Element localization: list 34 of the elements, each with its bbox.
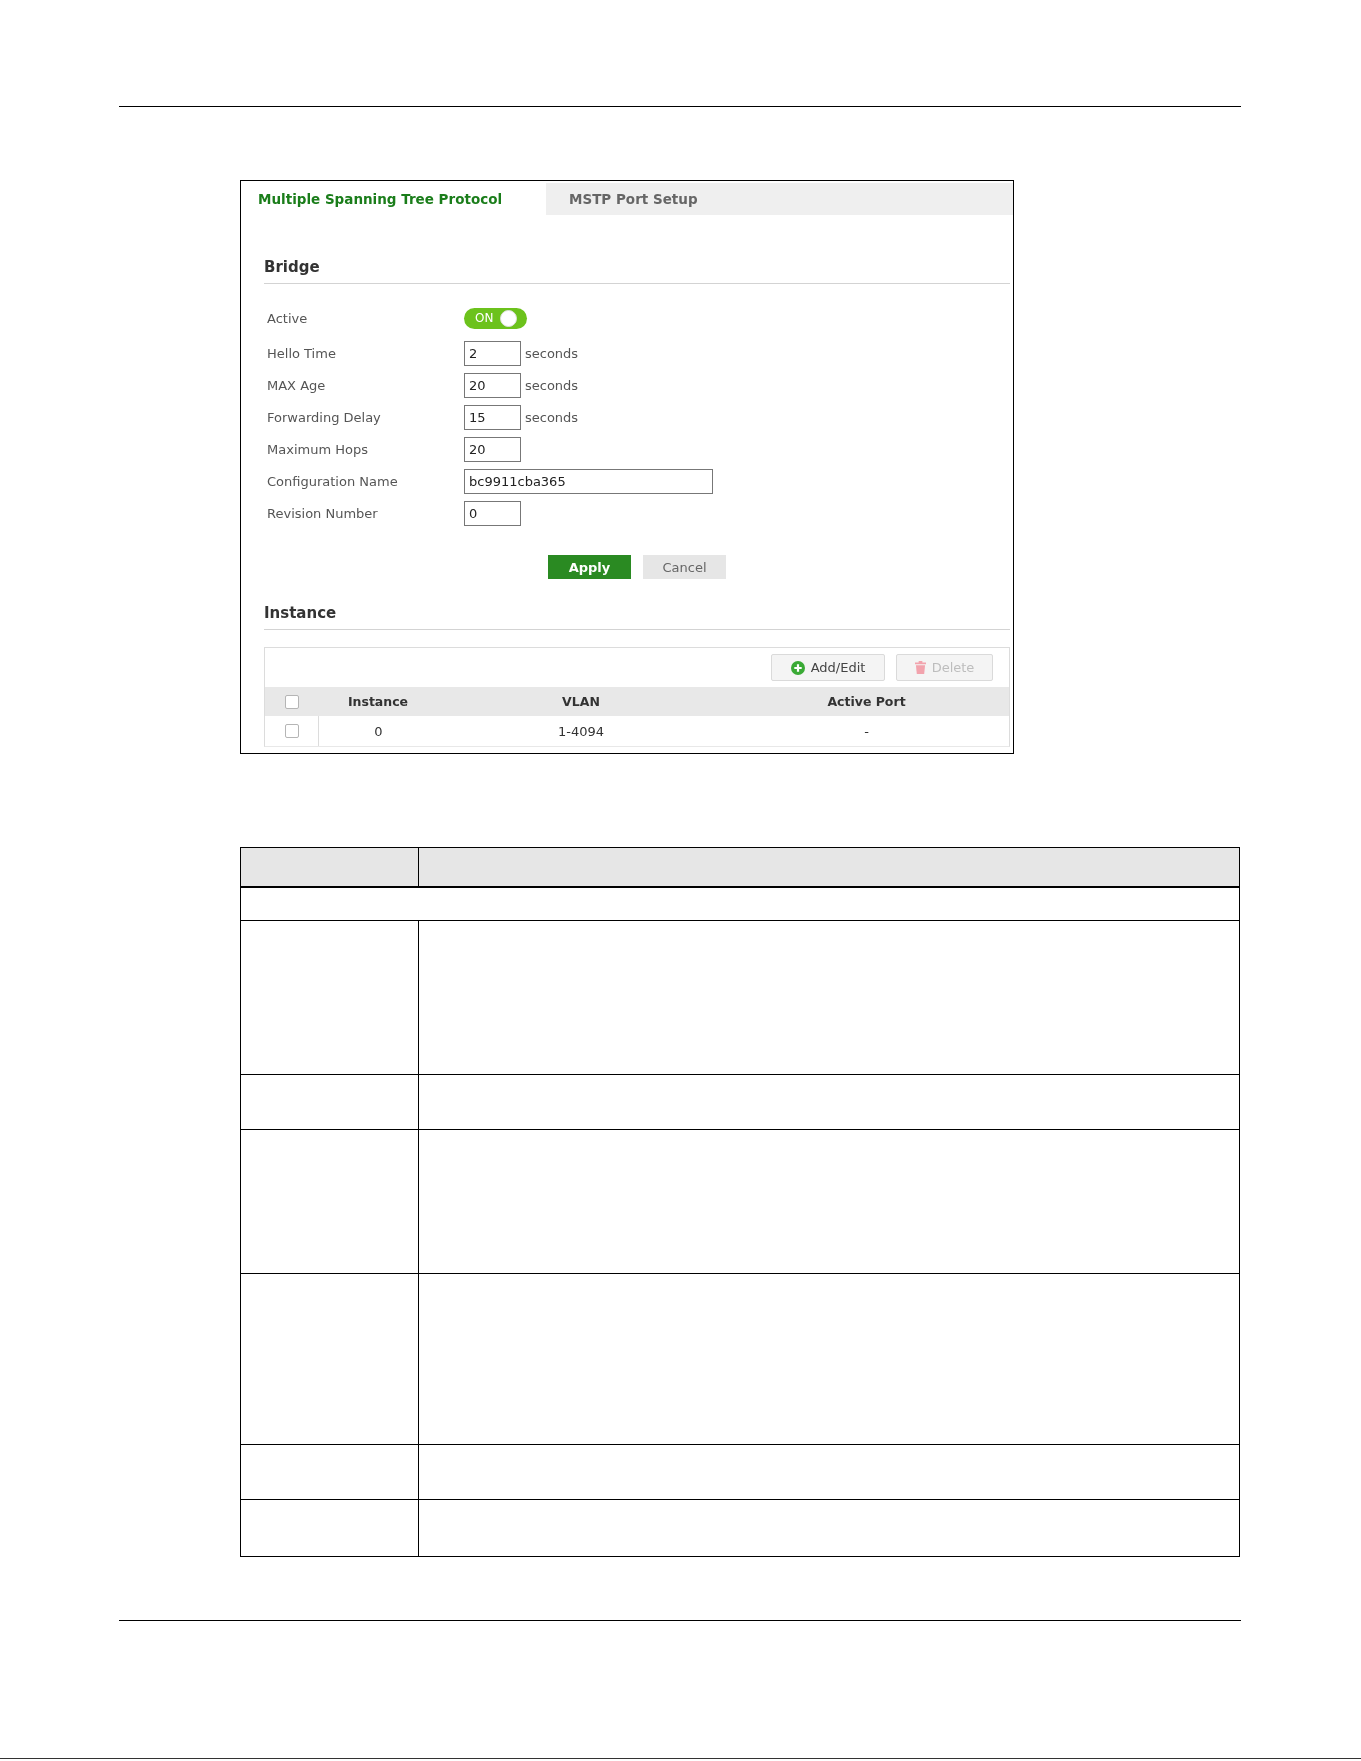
plus-icon: [790, 660, 805, 675]
unit-label: seconds: [525, 345, 579, 361]
add-edit-button[interactable]: Add/Edit: [771, 654, 885, 681]
table-cell: 0: [374, 723, 383, 739]
unit-label: seconds: [525, 409, 579, 425]
field-label: MAX Age: [267, 377, 327, 393]
table-cell: 1-4094: [557, 723, 604, 739]
column-header: Active Port: [827, 694, 906, 709]
trash-icon: [914, 661, 926, 674]
input-field[interactable]: bc9911cba365: [464, 468, 713, 494]
table-cell: -: [864, 723, 869, 739]
tab[interactable]: MSTP Port Setup: [546, 183, 708, 215]
select-all-checkbox[interactable]: [284, 694, 299, 709]
column-header: Instance: [347, 694, 409, 709]
field-label: Active: [267, 310, 309, 326]
field-label: Forwarding Delay: [267, 409, 382, 425]
knob-icon: [500, 309, 518, 327]
tab[interactable]: Multiple Spanning Tree Protocol: [241, 183, 546, 215]
field-label: Revision Number: [267, 505, 379, 521]
input-field[interactable]: 0: [464, 500, 521, 526]
row-checkbox[interactable]: [284, 724, 299, 738]
input-field[interactable]: 15: [464, 404, 521, 430]
unit-label: seconds: [525, 377, 579, 393]
cancel-button[interactable]: Cancel: [643, 555, 726, 579]
column-header: VLAN: [562, 694, 600, 709]
input-field[interactable]: 2: [464, 340, 521, 366]
field-label: Configuration Name: [267, 473, 399, 489]
field-label: Hello Time: [267, 345, 337, 361]
input-field[interactable]: 20: [464, 372, 521, 398]
field-label: Maximum Hops: [267, 441, 369, 457]
section-heading: Instance: [264, 604, 337, 622]
section-heading: Bridge: [264, 258, 320, 276]
input-field[interactable]: 20: [464, 436, 521, 462]
apply-button[interactable]: Apply: [548, 555, 631, 579]
